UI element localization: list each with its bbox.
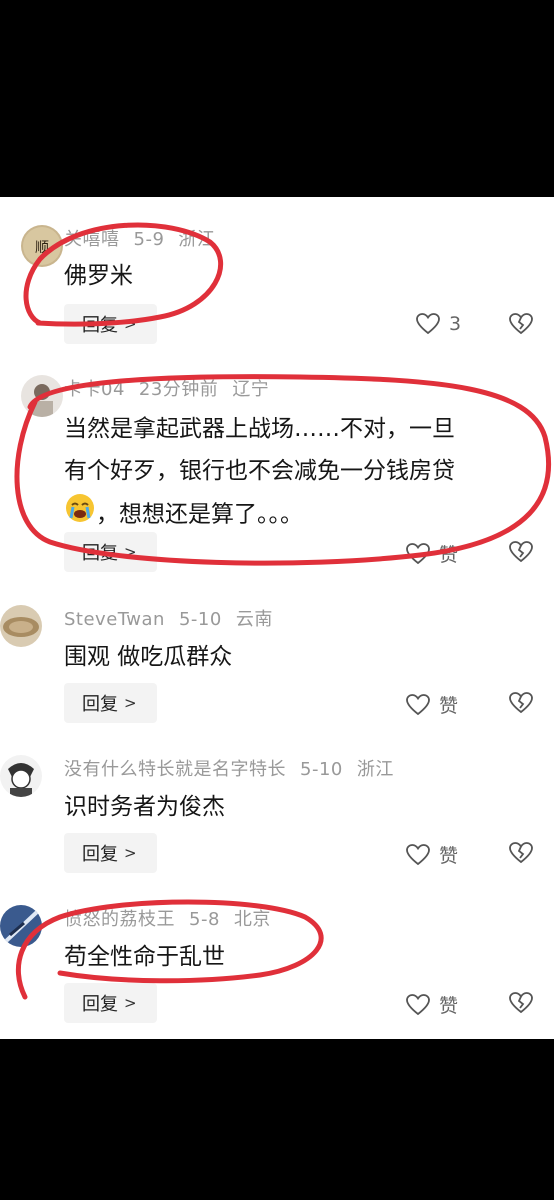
reply-label: 回复 xyxy=(82,315,118,336)
username[interactable]: 没有什么特长就是名字特长 xyxy=(64,759,286,780)
comment-text: 围观 做吃瓜群众 xyxy=(64,644,233,670)
dislike-button[interactable] xyxy=(508,841,534,869)
avatar[interactable] xyxy=(0,605,42,647)
comment-date: 5-8 xyxy=(189,909,220,930)
comment-meta: 关嘻嘻 5-9 浙江 xyxy=(64,225,229,251)
chevron-right-icon: > xyxy=(124,994,137,1012)
like-button[interactable]: 3 xyxy=(415,312,461,336)
reply-button[interactable]: 回复 > xyxy=(64,983,157,1023)
comment-date: 5-10 xyxy=(300,759,343,780)
like-label: 赞 xyxy=(439,695,459,717)
comment-date: 5-10 xyxy=(178,609,222,630)
comment-text: 佛罗米 xyxy=(64,263,133,289)
broken-heart-icon xyxy=(509,842,533,864)
reply-button[interactable]: 回复 > xyxy=(64,304,157,344)
heart-outline-icon xyxy=(406,843,430,865)
svg-text:顺: 顺 xyxy=(35,240,49,256)
broken-heart-icon xyxy=(509,992,533,1014)
avatar[interactable] xyxy=(0,905,42,947)
comment-text-line: 当然是拿起武器上战场……不对，一旦 xyxy=(64,416,455,442)
like-label: 赞 xyxy=(439,845,459,867)
like-button[interactable]: 赞 xyxy=(405,691,458,718)
username[interactable]: 愤怒的荔枝王 xyxy=(64,909,175,930)
chevron-right-icon: > xyxy=(124,315,137,333)
comment-location: 浙江 xyxy=(356,759,394,780)
heart-outline-icon xyxy=(406,693,430,715)
comment-meta: SteveTwan 5-10 云南 xyxy=(64,605,287,631)
comment-meta: 卡卡04 23分钟前 辽宁 xyxy=(64,375,283,401)
like-label: 赞 xyxy=(439,544,459,566)
comment-location: 云南 xyxy=(235,609,273,630)
reply-label: 回复 xyxy=(82,994,118,1015)
avatar[interactable] xyxy=(0,755,42,797)
username[interactable]: 关嘻嘻 xyxy=(64,229,120,250)
chevron-right-icon: > xyxy=(124,694,137,712)
reply-label: 回复 xyxy=(82,844,118,865)
avatar[interactable] xyxy=(21,375,63,417)
comment-text: 当然是拿起武器上战场……不对，一旦 有个好歹，银行也不会减免一分钱房贷 ，想想还… xyxy=(64,408,534,538)
chevron-right-icon: > xyxy=(124,844,137,862)
comment-date: 5-9 xyxy=(133,229,165,250)
avatar[interactable]: 顺 xyxy=(21,225,63,267)
comment-text-line: 有个好歹，银行也不会减免一分钱房贷 xyxy=(64,458,455,484)
dislike-button[interactable] xyxy=(508,991,534,1019)
reply-button[interactable]: 回复 > xyxy=(64,683,157,723)
broken-heart-icon xyxy=(509,692,533,714)
comment-meta: 没有什么特长就是名字特长 5-10 浙江 xyxy=(64,755,408,781)
username[interactable]: 卡卡04 xyxy=(64,379,125,400)
like-count: 3 xyxy=(449,313,462,335)
heart-outline-icon xyxy=(406,542,430,564)
dislike-button[interactable] xyxy=(508,691,534,719)
chevron-right-icon: > xyxy=(124,543,137,561)
like-label: 赞 xyxy=(439,995,459,1017)
like-button[interactable]: 赞 xyxy=(405,540,458,567)
dislike-button[interactable] xyxy=(508,312,534,340)
reply-label: 回复 xyxy=(82,694,118,715)
comment-location: 辽宁 xyxy=(232,379,270,400)
comment-text: 识时务者为俊杰 xyxy=(64,794,225,820)
comment-location: 浙江 xyxy=(178,229,216,250)
username[interactable]: SteveTwan xyxy=(64,609,165,630)
reply-button[interactable]: 回复 > xyxy=(64,833,157,873)
heart-outline-icon xyxy=(406,993,430,1015)
comment-date: 23分钟前 xyxy=(138,379,219,400)
heart-outline-icon xyxy=(416,313,440,335)
reply-button[interactable]: 回复 > xyxy=(64,532,157,572)
dislike-button[interactable] xyxy=(508,540,534,568)
broken-heart-icon xyxy=(509,541,533,563)
like-button[interactable]: 赞 xyxy=(405,841,458,868)
comment-text: 苟全性命于乱世 xyxy=(64,944,225,970)
broken-heart-icon xyxy=(509,313,533,335)
reply-label: 回复 xyxy=(82,543,118,564)
comment-meta: 愤怒的荔枝王 5-8 北京 xyxy=(64,905,285,931)
comment-location: 北京 xyxy=(233,909,271,930)
comment-list-panel: 顺 关嘻嘻 5-9 浙江 佛罗米 回复 > 3 卡卡04 23分钟前 辽宁 当然是拿起武器… xyxy=(0,197,554,1039)
like-button[interactable]: 赞 xyxy=(405,991,458,1018)
